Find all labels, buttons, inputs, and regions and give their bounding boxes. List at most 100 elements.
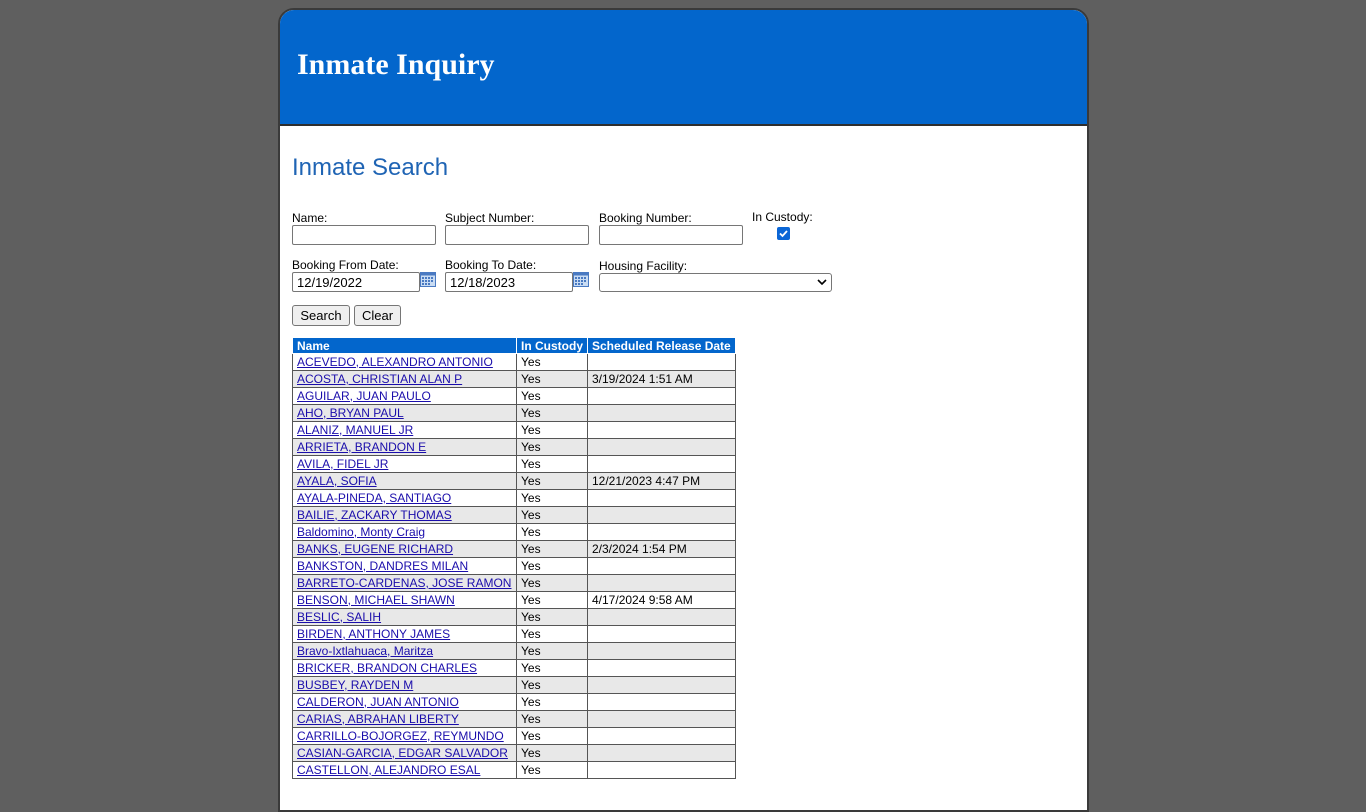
in-custody-cell: Yes [516, 693, 588, 711]
release-date-cell [587, 557, 736, 575]
in-custody-cell: Yes [516, 574, 588, 592]
release-date-cell [587, 574, 736, 592]
booking-to-date-input[interactable] [445, 272, 573, 292]
in-custody-cell: Yes [516, 744, 588, 762]
in-custody-cell: Yes [516, 625, 588, 643]
page-title: Inmate Inquiry [297, 48, 495, 81]
page-container: Inmate Inquiry Inmate Search Name: Subje… [278, 8, 1089, 812]
column-header-release-date[interactable]: Scheduled Release Date [587, 337, 736, 354]
inmate-name-link[interactable]: AGUILAR, JUAN PAULO [297, 389, 431, 403]
in-custody-cell: Yes [516, 727, 588, 745]
table-row: BRICKER, BRANDON CHARLES Yes [292, 659, 736, 677]
name-cell: BARRETO-CARDENAS, JOSE RAMON [292, 574, 517, 592]
booking-to-date-label: Booking To Date: [445, 258, 537, 272]
release-date-cell [587, 438, 736, 456]
in-custody-cell: Yes [516, 455, 588, 473]
inmate-name-link[interactable]: BIRDEN, ANTHONY JAMES [297, 627, 450, 641]
name-label: Name: [292, 211, 328, 225]
booking-from-date-input[interactable] [292, 272, 420, 292]
in-custody-cell: Yes [516, 438, 588, 456]
release-date-cell [587, 387, 736, 405]
table-row: BUSBEY, RAYDEN M Yes [292, 676, 736, 694]
inmate-name-link[interactable]: AVILA, FIDEL JR [297, 457, 388, 471]
in-custody-cell: Yes [516, 659, 588, 677]
release-date-cell [587, 506, 736, 524]
housing-facility-label: Housing Facility: [599, 259, 688, 273]
calendar-icon[interactable] [420, 272, 436, 287]
table-row: CASIAN-GARCIA, EDGAR SALVADOR Yes [292, 744, 736, 762]
column-header-name[interactable]: Name [292, 337, 517, 354]
release-date-cell [587, 727, 736, 745]
inmate-name-link[interactable]: ACOSTA, CHRISTIAN ALAN P [297, 372, 462, 386]
inmate-name-link[interactable]: ARRIETA, BRANDON E [297, 440, 426, 454]
name-cell: AVILA, FIDEL JR [292, 455, 517, 473]
name-input[interactable] [292, 225, 436, 245]
inmate-name-link[interactable]: ALANIZ, MANUEL JR [297, 423, 413, 437]
in-custody-checkbox[interactable] [777, 227, 790, 240]
clear-button[interactable]: Clear [354, 305, 401, 326]
table-row: Baldomino, Monty Craig Yes [292, 523, 736, 541]
release-date-cell: 2/3/2024 1:54 PM [587, 540, 736, 558]
inmate-name-link[interactable]: BESLIC, SALIH [297, 610, 381, 624]
name-cell: BRICKER, BRANDON CHARLES [292, 659, 517, 677]
in-custody-cell: Yes [516, 540, 588, 558]
name-cell: AYALA, SOFIA [292, 472, 517, 490]
booking-number-input[interactable] [599, 225, 743, 245]
name-cell: BUSBEY, RAYDEN M [292, 676, 517, 694]
release-date-cell [587, 489, 736, 507]
column-header-in-custody[interactable]: In Custody [516, 337, 588, 354]
calendar-icon[interactable] [573, 272, 589, 287]
in-custody-cell: Yes [516, 642, 588, 660]
name-cell: CALDERON, JUAN ANTONIO [292, 693, 517, 711]
inmate-name-link[interactable]: CARIAS, ABRAHAN LIBERTY [297, 712, 459, 726]
release-date-cell [587, 744, 736, 762]
table-row: BAILIE, ZACKARY THOMAS Yes [292, 506, 736, 524]
name-cell: BANKSTON, DANDRES MILAN [292, 557, 517, 575]
table-row: Bravo-Ixtlahuaca, Maritza Yes [292, 642, 736, 660]
inmate-name-link[interactable]: AYALA-PINEDA, SANTIAGO [297, 491, 451, 505]
table-row: BIRDEN, ANTHONY JAMES Yes [292, 625, 736, 643]
in-custody-cell: Yes [516, 557, 588, 575]
inmate-name-link[interactable]: CASTELLON, ALEJANDRO ESAL [297, 763, 480, 777]
checkmark-icon [779, 230, 788, 238]
inmate-name-link[interactable]: BANKSTON, DANDRES MILAN [297, 559, 468, 573]
table-row: AYALA, SOFIA Yes 12/21/2023 4:47 PM [292, 472, 736, 490]
name-cell: ACEVEDO, ALEXANDRO ANTONIO [292, 353, 517, 371]
inmate-name-link[interactable]: BAILIE, ZACKARY THOMAS [297, 508, 452, 522]
inmate-name-link[interactable]: CASIAN-GARCIA, EDGAR SALVADOR [297, 746, 508, 760]
inmate-name-link[interactable]: CARRILLO-BOJORGEZ, REYMUNDO [297, 729, 504, 743]
name-cell: AHO, BRYAN PAUL [292, 404, 517, 422]
release-date-cell [587, 693, 736, 711]
inmate-name-link[interactable]: ACEVEDO, ALEXANDRO ANTONIO [297, 355, 493, 369]
inmate-name-link[interactable]: AYALA, SOFIA [297, 474, 377, 488]
table-row: BESLIC, SALIH Yes [292, 608, 736, 626]
housing-facility-select[interactable] [599, 273, 832, 292]
name-cell: CARRILLO-BOJORGEZ, REYMUNDO [292, 727, 517, 745]
booking-number-label: Booking Number: [599, 211, 692, 225]
in-custody-cell: Yes [516, 506, 588, 524]
subject-number-input[interactable] [445, 225, 589, 245]
table-row: CASTELLON, ALEJANDRO ESAL Yes [292, 761, 736, 779]
inmate-name-link[interactable]: BARRETO-CARDENAS, JOSE RAMON [297, 576, 511, 590]
inmate-name-link[interactable]: Bravo-Ixtlahuaca, Maritza [297, 644, 433, 658]
in-custody-cell: Yes [516, 353, 588, 371]
name-cell: Bravo-Ixtlahuaca, Maritza [292, 642, 517, 660]
section-title: Inmate Search [292, 154, 449, 181]
table-row: AGUILAR, JUAN PAULO Yes [292, 387, 736, 405]
inmate-name-link[interactable]: CALDERON, JUAN ANTONIO [297, 695, 459, 709]
search-button[interactable]: Search [292, 305, 350, 326]
booking-from-date-label: Booking From Date: [292, 258, 399, 272]
inmate-name-link[interactable]: BANKS, EUGENE RICHARD [297, 542, 453, 556]
in-custody-cell: Yes [516, 676, 588, 694]
inmate-name-link[interactable]: BENSON, MICHAEL SHAWN [297, 593, 455, 607]
table-row: AHO, BRYAN PAUL Yes [292, 404, 736, 422]
name-cell: BANKS, EUGENE RICHARD [292, 540, 517, 558]
chevron-down-icon [817, 279, 827, 286]
inmate-name-link[interactable]: AHO, BRYAN PAUL [297, 406, 404, 420]
inmate-name-link[interactable]: Baldomino, Monty Craig [297, 525, 425, 539]
release-date-cell [587, 710, 736, 728]
inmate-name-link[interactable]: BRICKER, BRANDON CHARLES [297, 661, 477, 675]
inmate-name-link[interactable]: BUSBEY, RAYDEN M [297, 678, 413, 692]
release-date-cell [587, 625, 736, 643]
results-header-row: Name In Custody Scheduled Release Date [292, 337, 736, 354]
